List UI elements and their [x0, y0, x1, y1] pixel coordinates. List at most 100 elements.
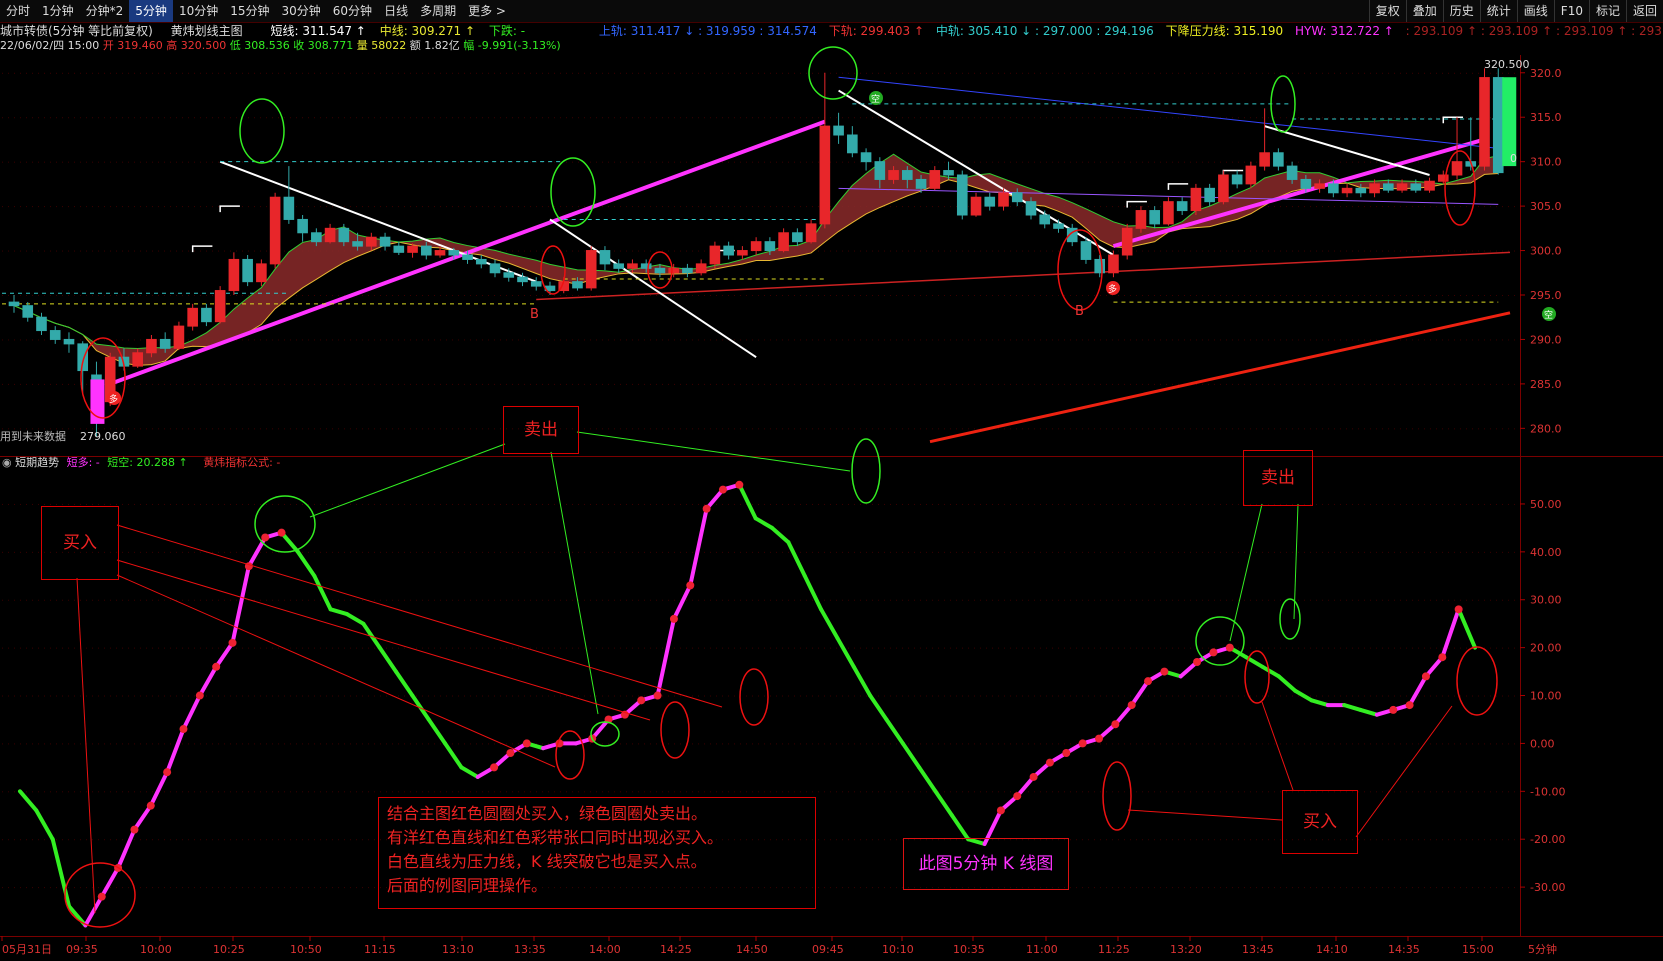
price-grid-dot — [1172, 250, 1173, 252]
sub-grid-dot — [1178, 791, 1179, 793]
sub-grid-dot — [290, 791, 291, 793]
sub-grid-dot — [158, 839, 159, 841]
price-grid-dot — [500, 339, 501, 341]
sub-grid-dot — [854, 599, 855, 601]
sub-grid-dot — [506, 599, 507, 601]
sub-grid-dot — [620, 551, 621, 553]
price-grid-dot — [1268, 339, 1269, 341]
price-grid-dot — [1502, 72, 1503, 74]
sub-grid-dot — [56, 503, 57, 505]
price-grid-dot — [86, 383, 87, 385]
sub-grid-dot — [884, 599, 885, 601]
price-grid-dot — [152, 206, 153, 208]
price-grid-dot — [710, 295, 711, 296]
price-grid-dot — [158, 250, 159, 252]
sub-grid-dot — [716, 647, 717, 649]
candle-body — [201, 307, 212, 323]
sub-grid-dot — [860, 551, 861, 553]
price-grid-dot — [1244, 72, 1245, 74]
sub-grid-dot — [590, 503, 591, 505]
sub-grid-dot — [338, 695, 339, 697]
sub-grid-dot — [440, 551, 441, 553]
sub-grid-dot — [476, 599, 477, 601]
price-grid-dot — [500, 428, 501, 430]
price-grid-dot — [224, 72, 225, 74]
price-grid-dot — [1346, 295, 1347, 296]
price-grid-dot — [170, 161, 171, 163]
kline-chart[interactable]: 320.0315.0310.0305.0300.0295.0290.0285.0… — [0, 0, 1663, 961]
sub-grid-dot — [38, 551, 39, 553]
sub-grid-dot — [1310, 551, 1311, 553]
price-grid-dot — [662, 117, 663, 119]
sub-grid-dot — [104, 599, 105, 601]
price-grid-dot — [530, 206, 531, 208]
price-grid-dot — [662, 428, 663, 430]
oscillator-segment — [99, 865, 121, 899]
price-grid-dot — [332, 339, 333, 341]
sub-grid-dot — [14, 647, 15, 649]
price-grid-dot — [1370, 295, 1371, 296]
sub-grid-dot — [1172, 839, 1173, 841]
sub-grid-dot — [1352, 887, 1353, 889]
sub-grid-dot — [1160, 695, 1161, 697]
price-grid-dot — [554, 206, 555, 208]
sub-grid-dot — [68, 599, 69, 601]
price-grid-dot — [248, 117, 249, 119]
sub-grid-dot — [146, 503, 147, 505]
sub-grid-dot — [1034, 503, 1035, 505]
sub-grid-dot — [1112, 839, 1113, 841]
sub-grid-dot — [950, 503, 951, 505]
sub-grid-dot — [1442, 839, 1443, 841]
sub-grid-dot — [314, 647, 315, 649]
sub-grid-dot — [1508, 695, 1509, 697]
price-grid-dot — [1112, 161, 1113, 163]
price-grid-dot — [1148, 72, 1149, 74]
sub-grid-dot — [1322, 887, 1323, 889]
sub-grid-dot — [32, 599, 33, 601]
sub-grid-dot — [212, 791, 213, 793]
sub-grid-dot — [38, 647, 39, 649]
sub-grid-dot — [1208, 551, 1209, 553]
time-tick-label: 10:35 — [953, 943, 985, 956]
price-grid-dot — [1484, 428, 1485, 430]
sub-grid-dot — [830, 695, 831, 697]
sub-grid-dot — [254, 503, 255, 505]
sub-grid-dot — [1382, 695, 1383, 697]
sub-grid-dot — [1274, 887, 1275, 889]
sub-grid-dot — [746, 551, 747, 553]
sub-grid-dot — [950, 647, 951, 649]
price-grid-dot — [1214, 383, 1215, 385]
price-grid-dot — [440, 161, 441, 163]
sub-grid-dot — [1262, 743, 1263, 745]
sub-grid-dot — [26, 647, 27, 649]
sub-grid-dot — [518, 551, 519, 553]
sub-grid-dot — [218, 791, 219, 793]
sub-grid-dot — [812, 743, 813, 745]
price-grid-dot — [806, 206, 807, 208]
sub-grid-dot — [1502, 743, 1503, 745]
price-grid-dot — [1286, 161, 1287, 163]
sub-grid-dot — [1376, 791, 1377, 793]
price-grid-dot — [224, 428, 225, 430]
sub-grid-dot — [1052, 695, 1053, 697]
sub-grid-dot — [866, 599, 867, 601]
price-grid-dot — [746, 206, 747, 208]
sub-grid-dot — [314, 887, 315, 889]
price-grid-dot — [1220, 250, 1221, 252]
sub-grid-dot — [512, 551, 513, 553]
price-grid-dot — [110, 295, 111, 296]
price-grid-dot — [758, 339, 759, 341]
price-grid-dot — [854, 339, 855, 341]
sub-grid-dot — [1016, 647, 1017, 649]
sub-grid-dot — [614, 599, 615, 601]
sub-grid-dot — [596, 647, 597, 649]
sub-grid-dot — [1406, 839, 1407, 841]
sub-grid-dot — [902, 503, 903, 505]
sub-grid-dot — [1490, 791, 1491, 793]
price-grid-dot — [1142, 161, 1143, 163]
price-grid-dot — [1448, 295, 1449, 296]
price-grid-dot — [1124, 206, 1125, 208]
price-grid-dot — [116, 161, 117, 163]
price-grid-dot — [464, 295, 465, 296]
price-grid-dot — [902, 295, 903, 296]
